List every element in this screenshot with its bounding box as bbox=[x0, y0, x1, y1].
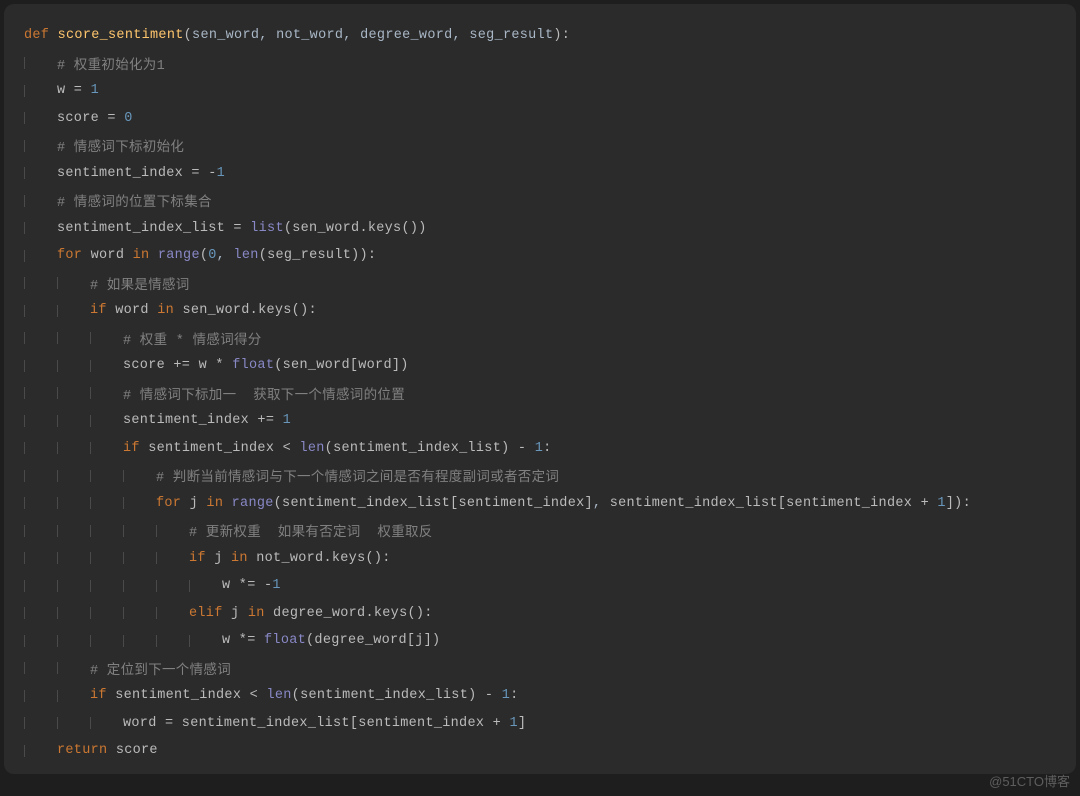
code-text: w = 1 bbox=[57, 83, 1076, 98]
code-line: def score_sentiment(sen_word, not_word, … bbox=[18, 22, 1076, 50]
code-line: # 权重初始化为1 bbox=[18, 50, 1076, 78]
code-line: return score bbox=[18, 737, 1076, 765]
code-line: # 情感词下标加一 获取下一个情感词的位置 bbox=[18, 380, 1076, 408]
code-text: # 更新权重 如果有否定词 权重取反 bbox=[189, 520, 1076, 541]
code-line: word = sentiment_index_list[sentiment_in… bbox=[18, 710, 1076, 738]
code-line: # 情感词的位置下标集合 bbox=[18, 187, 1076, 215]
code-text: if word in sen_word.keys(): bbox=[90, 303, 1076, 318]
code-line: for word in range(0, len(seg_result)): bbox=[18, 242, 1076, 270]
code-line: sentiment_index = -1 bbox=[18, 160, 1076, 188]
code-line: elif j in degree_word.keys(): bbox=[18, 600, 1076, 628]
code-text: word = sentiment_index_list[sentiment_in… bbox=[123, 716, 1076, 731]
code-text: if j in not_word.keys(): bbox=[189, 551, 1076, 566]
code-text: return score bbox=[57, 743, 1076, 758]
code-line: w *= float(degree_word[j]) bbox=[18, 627, 1076, 655]
code-text: w *= float(degree_word[j]) bbox=[222, 633, 1076, 648]
code-text: # 情感词下标初始化 bbox=[57, 135, 1076, 156]
code-line: # 如果是情感词 bbox=[18, 270, 1076, 298]
code-line: sentiment_index += 1 bbox=[18, 407, 1076, 435]
code-line: score += w * float(sen_word[word]) bbox=[18, 352, 1076, 380]
code-line: if j in not_word.keys(): bbox=[18, 545, 1076, 573]
code-line: # 定位到下一个情感词 bbox=[18, 655, 1076, 683]
code-text: # 情感词下标加一 获取下一个情感词的位置 bbox=[123, 383, 1076, 404]
code-text: # 如果是情感词 bbox=[90, 273, 1076, 294]
code-text: # 定位到下一个情感词 bbox=[90, 658, 1076, 679]
code-line: # 判断当前情感词与下一个情感词之间是否有程度副词或者否定词 bbox=[18, 462, 1076, 490]
code-text: sentiment_index = -1 bbox=[57, 166, 1076, 181]
code-text: for word in range(0, len(seg_result)): bbox=[57, 248, 1076, 263]
code-text: score += w * float(sen_word[word]) bbox=[123, 358, 1076, 373]
code-text: # 权重 * 情感词得分 bbox=[123, 328, 1076, 349]
code-text: elif j in degree_word.keys(): bbox=[189, 606, 1076, 621]
code-text: sentiment_index_list = list(sen_word.key… bbox=[57, 221, 1076, 236]
watermark-text: @51CTO博客 bbox=[989, 771, 1070, 790]
code-text: sentiment_index += 1 bbox=[123, 413, 1076, 428]
code-text: # 情感词的位置下标集合 bbox=[57, 190, 1076, 211]
code-line: w *= -1 bbox=[18, 572, 1076, 600]
code-line: w = 1 bbox=[18, 77, 1076, 105]
code-line: sentiment_index_list = list(sen_word.key… bbox=[18, 215, 1076, 243]
code-text: # 判断当前情感词与下一个情感词之间是否有程度副词或者否定词 bbox=[156, 465, 1076, 486]
code-line: if sentiment_index < len(sentiment_index… bbox=[18, 682, 1076, 710]
code-line: for j in range(sentiment_index_list[sent… bbox=[18, 490, 1076, 518]
code-line: # 权重 * 情感词得分 bbox=[18, 325, 1076, 353]
code-line: if sentiment_index < len(sentiment_index… bbox=[18, 435, 1076, 463]
code-content: def score_sentiment(sen_word, not_word, … bbox=[18, 22, 1076, 765]
code-line: if word in sen_word.keys(): bbox=[18, 297, 1076, 325]
code-line: # 情感词下标初始化 bbox=[18, 132, 1076, 160]
code-text: w *= -1 bbox=[222, 578, 1076, 593]
code-text: if sentiment_index < len(sentiment_index… bbox=[90, 688, 1076, 703]
code-block: def score_sentiment(sen_word, not_word, … bbox=[4, 4, 1076, 774]
code-text: if sentiment_index < len(sentiment_index… bbox=[123, 441, 1076, 456]
code-text: # 权重初始化为1 bbox=[57, 53, 1076, 74]
code-text: score = 0 bbox=[57, 111, 1076, 126]
code-text: def score_sentiment(sen_word, not_word, … bbox=[24, 28, 1076, 43]
code-line: score = 0 bbox=[18, 105, 1076, 133]
code-text: for j in range(sentiment_index_list[sent… bbox=[156, 496, 1076, 511]
code-line: # 更新权重 如果有否定词 权重取反 bbox=[18, 517, 1076, 545]
